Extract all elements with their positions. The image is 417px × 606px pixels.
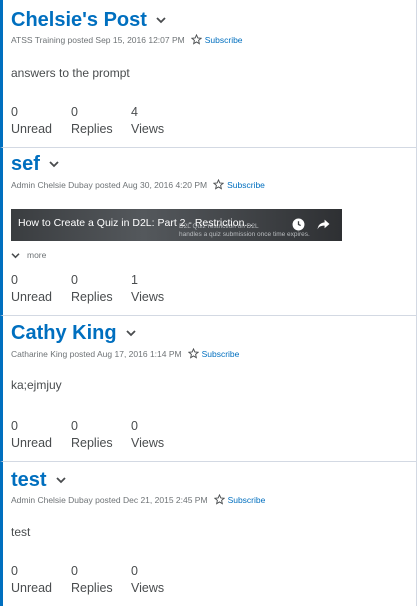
stat-label: Replies bbox=[71, 581, 113, 595]
stat-count: 4 bbox=[131, 105, 138, 119]
subscribe-link[interactable]: Subscribe bbox=[228, 495, 266, 505]
stat-count: 1 bbox=[131, 273, 138, 287]
discussion-post: Chelsie's Post ATSS Training posted Sep … bbox=[0, 0, 416, 148]
share-icon[interactable] bbox=[317, 219, 330, 230]
discussion-post: Cathy King Catharine King posted Aug 17,… bbox=[0, 316, 416, 462]
stat-views: 4 Views bbox=[131, 104, 191, 138]
post-title[interactable]: sef bbox=[11, 153, 40, 176]
post-title[interactable]: test bbox=[11, 469, 47, 492]
chevron-down-icon[interactable] bbox=[125, 329, 136, 337]
discussion-post: sef Admin Chelsie Dubay posted Aug 30, 2… bbox=[0, 148, 416, 316]
stat-replies: 0 Replies bbox=[71, 563, 131, 597]
stat-count: 0 bbox=[71, 273, 78, 287]
subscribe-link[interactable]: Subscribe bbox=[202, 349, 240, 359]
stat-count: 0 bbox=[71, 564, 78, 578]
more-toggle[interactable]: more bbox=[11, 250, 46, 260]
stat-count: 0 bbox=[11, 419, 18, 433]
stat-views: 1 Views bbox=[131, 272, 191, 306]
star-icon[interactable] bbox=[187, 348, 199, 359]
stat-count: 0 bbox=[11, 273, 18, 287]
discussion-post: test Admin Chelsie Dubay posted Dec 21, … bbox=[0, 462, 416, 606]
post-stats: 0 Unread 0 Replies 1 Views bbox=[11, 272, 191, 306]
chevron-down-icon bbox=[11, 252, 20, 258]
stat-unread: 0 Unread bbox=[11, 104, 71, 138]
post-title[interactable]: Cathy King bbox=[11, 322, 117, 345]
stat-count: 0 bbox=[131, 564, 138, 578]
stat-label: Replies bbox=[71, 290, 113, 304]
stat-unread: 0 Unread bbox=[11, 272, 71, 306]
chevron-down-icon[interactable] bbox=[55, 476, 66, 484]
stat-label: Replies bbox=[71, 436, 113, 450]
stat-count: 0 bbox=[71, 105, 78, 119]
stat-unread: 0 Unread bbox=[11, 418, 71, 452]
post-title[interactable]: Chelsie's Post bbox=[11, 9, 147, 32]
stat-label: Unread bbox=[11, 122, 52, 136]
stat-replies: 0 Replies bbox=[71, 272, 131, 306]
subscribe-link[interactable]: Subscribe bbox=[227, 180, 265, 190]
stat-label: Views bbox=[131, 122, 165, 136]
watch-later-icon[interactable] bbox=[292, 218, 305, 231]
post-stats: 0 Unread 0 Replies 0 Views bbox=[11, 418, 191, 452]
stat-unread: 0 Unread bbox=[11, 563, 71, 597]
stat-count: 0 bbox=[71, 419, 78, 433]
star-icon[interactable] bbox=[190, 34, 202, 45]
stat-views: 0 Views bbox=[131, 418, 191, 452]
stat-views: 0 Views bbox=[131, 563, 191, 597]
stat-label: Unread bbox=[11, 290, 52, 304]
post-body: answers to the prompt bbox=[11, 66, 130, 80]
post-body: test bbox=[11, 525, 31, 539]
more-label: more bbox=[27, 250, 47, 260]
post-meta: ATSS Training posted Sep 15, 2016 12:07 … bbox=[11, 34, 185, 45]
post-meta: Catharine King posted Aug 17, 2016 1:14 … bbox=[11, 348, 182, 359]
video-title[interactable]: How to Create a Quiz in D2L: Part 2 - Re… bbox=[18, 217, 253, 229]
post-body: ka;ejmjuy bbox=[11, 378, 62, 392]
stat-replies: 0 Replies bbox=[71, 104, 131, 138]
stat-label: Unread bbox=[11, 581, 52, 595]
stat-replies: 0 Replies bbox=[71, 418, 131, 452]
chevron-down-icon[interactable] bbox=[49, 160, 59, 168]
stat-label: Unread bbox=[11, 436, 52, 450]
post-stats: 0 Unread 0 Replies 0 Views bbox=[11, 563, 191, 597]
stat-label: Views bbox=[131, 436, 165, 450]
star-icon[interactable] bbox=[213, 179, 225, 190]
post-stats: 0 Unread 0 Replies 4 Views bbox=[11, 104, 191, 138]
post-meta: Admin Chelsie Dubay posted Aug 30, 2016 … bbox=[11, 179, 208, 190]
subscribe-link[interactable]: Subscribe bbox=[205, 35, 243, 45]
stat-count: 0 bbox=[11, 564, 18, 578]
star-icon[interactable] bbox=[213, 494, 225, 505]
stat-label: Views bbox=[131, 581, 165, 595]
embedded-video[interactable]: D2L Quiz restriction on D2L handles a qu… bbox=[11, 209, 342, 241]
stat-count: 0 bbox=[131, 419, 138, 433]
stat-label: Replies bbox=[71, 122, 113, 136]
stat-count: 0 bbox=[11, 105, 18, 119]
chevron-down-icon[interactable] bbox=[156, 16, 166, 24]
post-meta: Admin Chelsie Dubay posted Dec 21, 2015 … bbox=[11, 494, 208, 505]
stat-label: Views bbox=[131, 290, 165, 304]
